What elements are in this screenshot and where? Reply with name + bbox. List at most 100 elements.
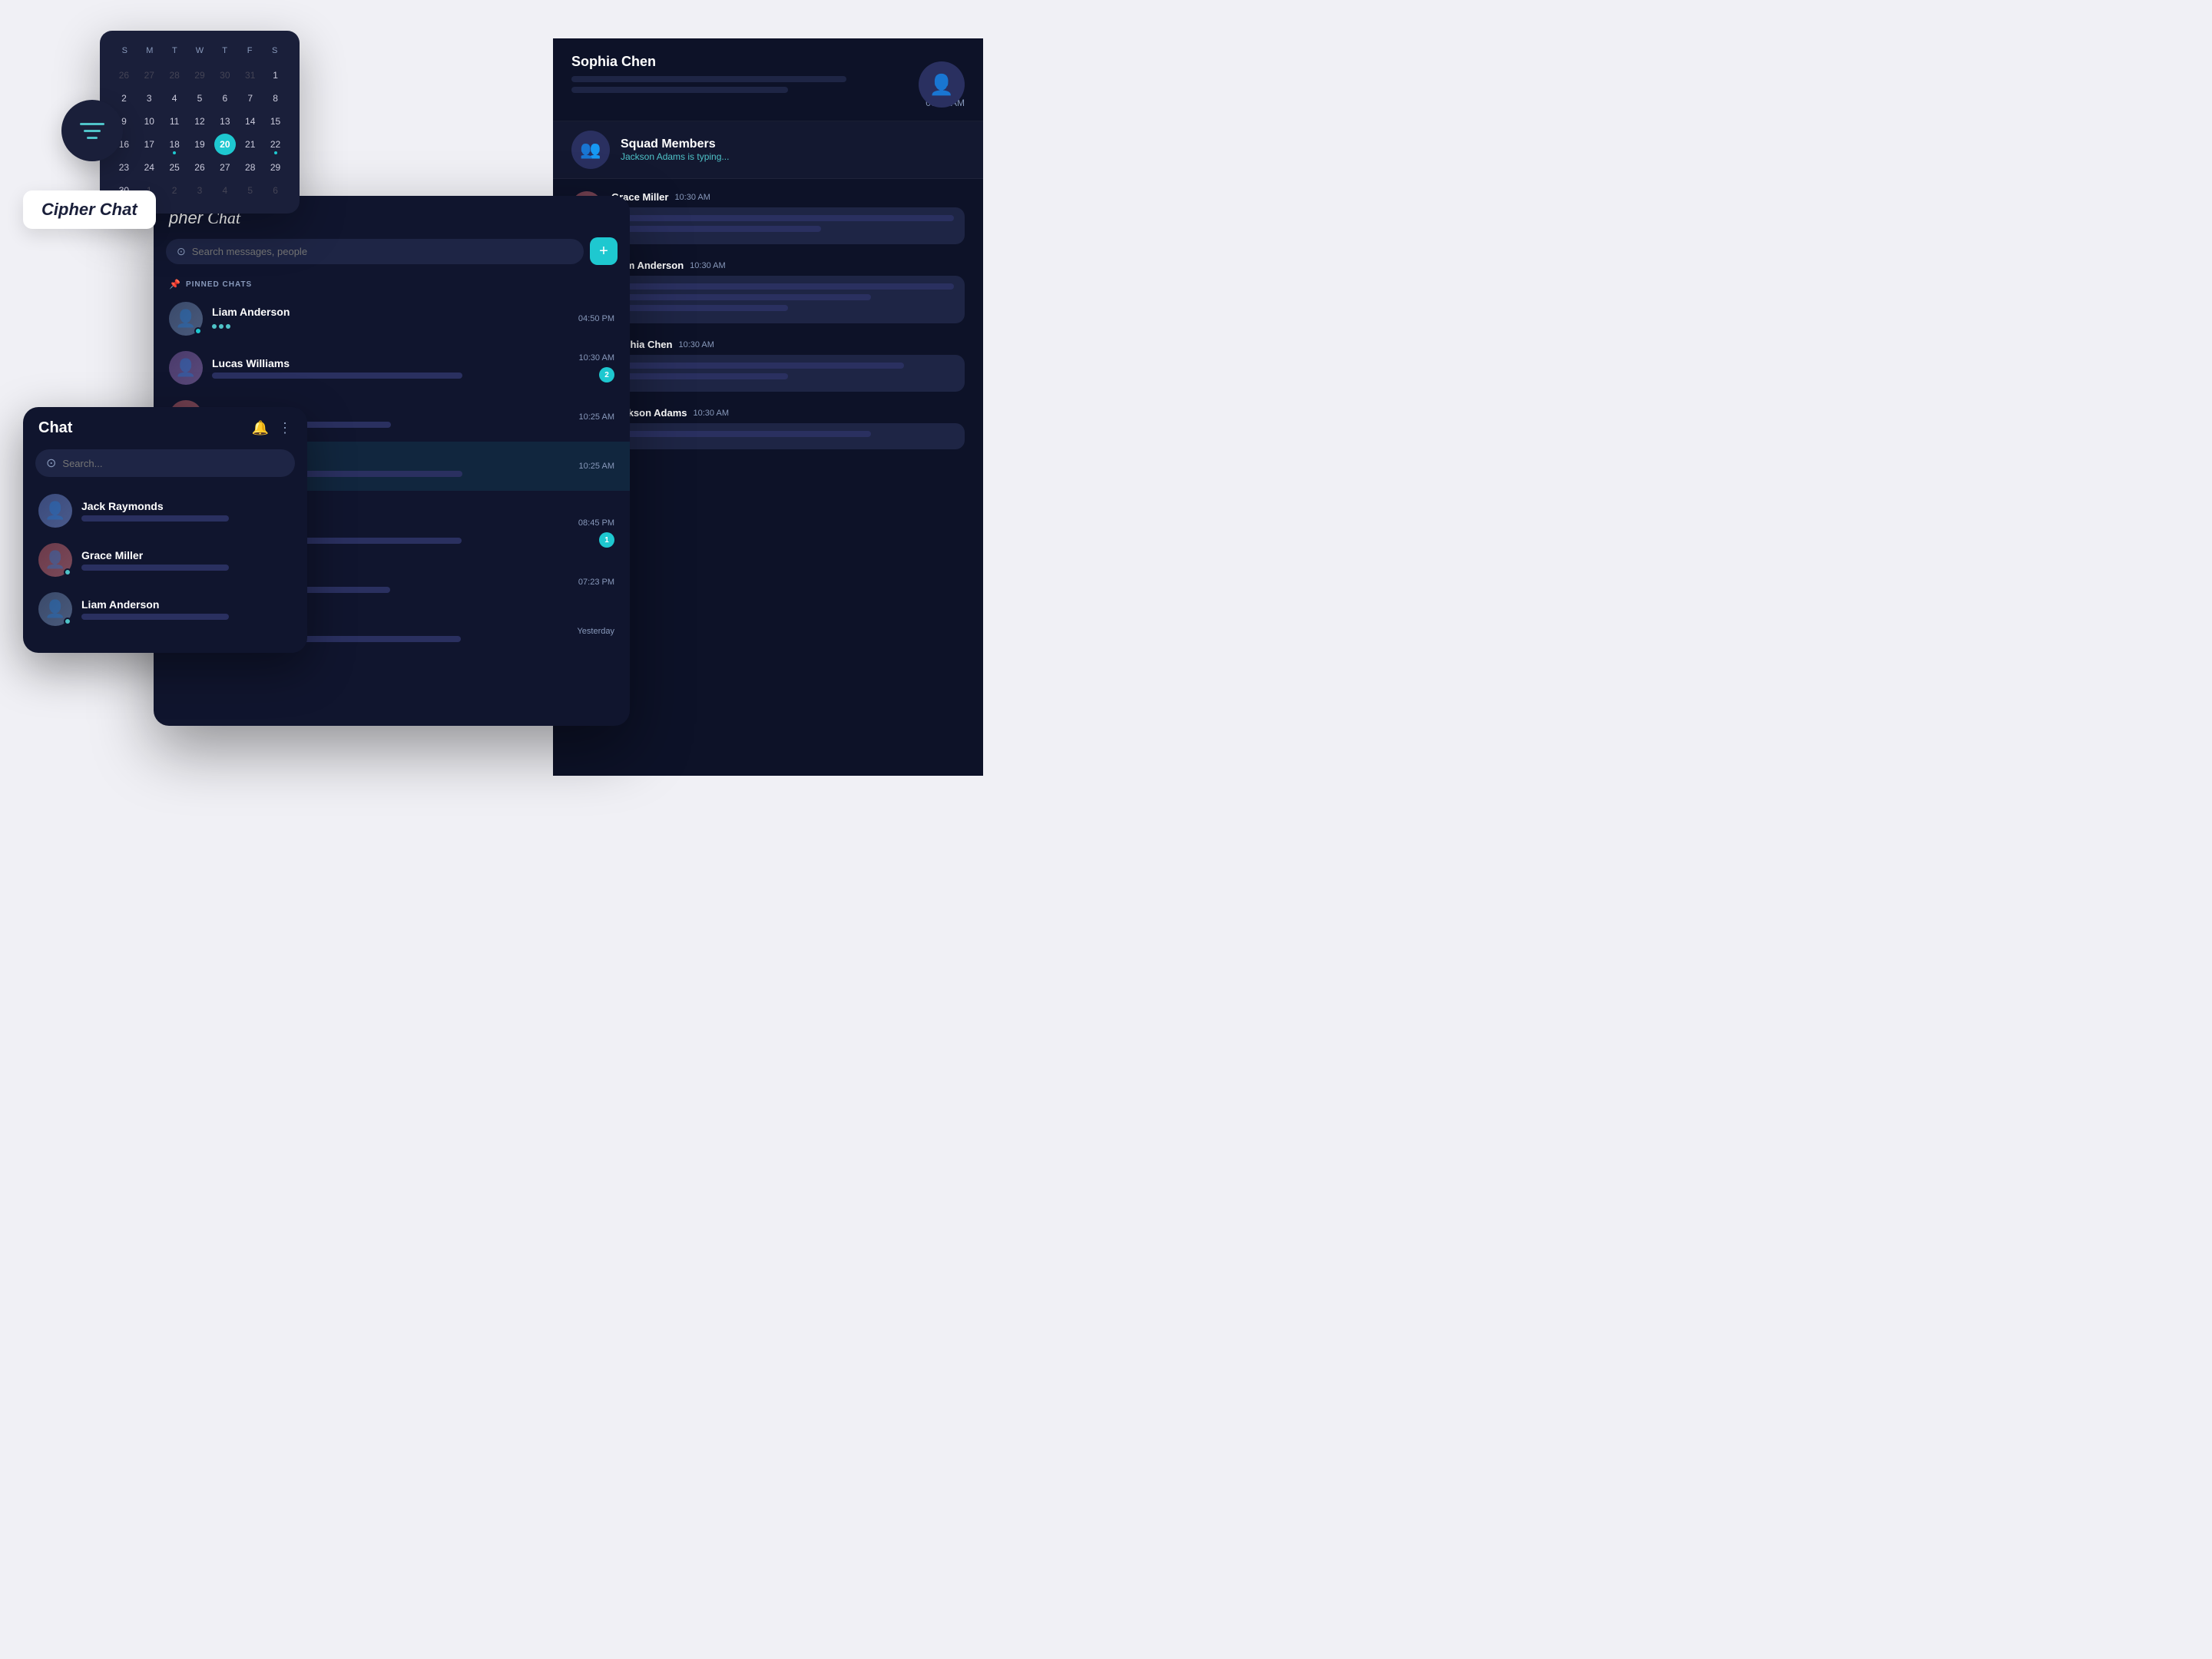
chat-item-liam[interactable]: 👤 Liam Anderson 04:50 PM <box>154 294 630 343</box>
small-chat-icons: 🔔 ⋮ <box>252 420 292 436</box>
cal-day[interactable]: 4 <box>214 180 236 201</box>
cal-day[interactable]: 28 <box>164 65 185 86</box>
cal-day[interactable]: 13 <box>214 111 236 132</box>
day-label-m: M <box>137 43 163 58</box>
cal-day[interactable]: 27 <box>138 65 160 86</box>
typing-status: Jackson Adams is typing... <box>621 151 729 162</box>
cal-day[interactable]: 3 <box>138 88 160 109</box>
message-row-sophia: 👤 Sophia Chen 10:30 AM <box>571 339 965 392</box>
day-label-s2: S <box>262 43 287 58</box>
day-label-s1: S <box>112 43 137 58</box>
chat-info-jack: Jack Raymonds <box>81 500 292 522</box>
cal-day[interactable]: 1 <box>265 65 286 86</box>
calendar-widget: S M T W T F S 26 27 28 29 30 31 1 2 3 4 … <box>100 31 300 214</box>
avatar-wrap-jack: 👤 <box>38 494 72 528</box>
pin-icon: 📌 <box>169 279 181 290</box>
chat-meta-olivia: Yesterday <box>577 627 614 636</box>
chat-time-olivia: Yesterday <box>577 627 614 636</box>
filter-line-1 <box>80 123 104 125</box>
group-name: Squad Members <box>621 137 729 151</box>
small-chat-widget: Chat 🔔 ⋮ ⊙ 👤 Jack Raymonds 👤 Grace <box>23 407 307 653</box>
cal-day[interactable]: 11 <box>164 111 185 132</box>
chat-meta-lucas: 10:30 AM 2 <box>579 353 614 382</box>
search-bar: ⊙ + <box>166 237 618 265</box>
cal-day[interactable]: 4 <box>164 88 185 109</box>
cal-day[interactable]: 29 <box>265 157 286 178</box>
chat-meta-squad: 10:25 AM <box>579 462 614 471</box>
msg-header-sophia: Sophia Chen 10:30 AM <box>611 339 965 350</box>
message-row-grace: 👤 Grace Miller 10:30 AM <box>571 191 965 244</box>
msg-content-sophia: Sophia Chen 10:30 AM <box>611 339 965 392</box>
add-button[interactable]: + <box>590 237 618 265</box>
chat-info-liam: Liam Anderson <box>212 306 569 332</box>
small-search-wrap[interactable]: ⊙ <box>35 449 295 477</box>
cal-day[interactable]: 25 <box>164 157 185 178</box>
cal-day[interactable]: 7 <box>240 88 261 109</box>
msg-bubble-liam <box>611 276 965 323</box>
chat-time-sophia: 07:23 PM <box>578 578 614 587</box>
msg-time-grace: 10:30 AM <box>674 193 710 202</box>
cal-day[interactable]: 31 <box>240 65 261 86</box>
cal-day[interactable]: 15 <box>265 111 286 132</box>
chat-time-benjamin: 08:45 PM <box>578 518 614 528</box>
cal-day[interactable]: 22 <box>265 134 286 155</box>
cal-day[interactable]: 10 <box>138 111 160 132</box>
chat-meta-liam: 04:50 PM <box>578 314 614 323</box>
cal-day[interactable]: 30 <box>214 65 236 86</box>
avatar-jack: 👤 <box>38 494 72 528</box>
day-label-t1: T <box>162 43 187 58</box>
msg-time-liam: 10:30 AM <box>690 261 725 270</box>
msg-bubble-grace <box>611 207 965 244</box>
cal-day[interactable]: 23 <box>113 157 134 178</box>
cal-day[interactable]: 8 <box>265 88 286 109</box>
cal-day[interactable]: 24 <box>138 157 160 178</box>
cal-day-today[interactable]: 20 <box>214 134 236 155</box>
unread-badge-benjamin: 1 <box>599 532 614 548</box>
cal-day[interactable]: 3 <box>189 180 210 201</box>
cal-day[interactable]: 5 <box>189 88 210 109</box>
cal-day[interactable]: 28 <box>240 157 261 178</box>
cal-day[interactable]: 26 <box>113 65 134 86</box>
msg-header-liam: Liam Anderson 10:30 AM <box>611 260 965 271</box>
day-label-w: W <box>187 43 213 58</box>
logo-text: Cipher Chat <box>41 200 137 219</box>
cal-day[interactable]: 19 <box>189 134 210 155</box>
small-chat-item-jack[interactable]: 👤 Jack Raymonds <box>23 486 307 535</box>
avatar-wrap-liam-small: 👤 <box>38 592 72 626</box>
logo-card: Cipher Chat <box>23 190 156 229</box>
chat-item-lucas[interactable]: 👤 Lucas Williams 10:30 AM 2 <box>154 343 630 392</box>
cal-day[interactable]: 29 <box>189 65 210 86</box>
filter-button[interactable] <box>61 100 123 161</box>
chat-time-squad: 10:25 AM <box>579 462 614 471</box>
cal-day[interactable]: 5 <box>240 180 261 201</box>
cal-day[interactable]: 17 <box>138 134 160 155</box>
cal-day[interactable]: 26 <box>189 157 210 178</box>
notification-icon[interactable]: 🔔 <box>252 420 269 436</box>
cal-day[interactable]: 21 <box>240 134 261 155</box>
cal-day[interactable]: 2 <box>113 88 134 109</box>
chat-name-lucas: Lucas Williams <box>212 357 570 369</box>
cal-day[interactable]: 12 <box>189 111 210 132</box>
more-options-icon[interactable]: ⋮ <box>278 420 292 436</box>
cal-day[interactable]: 2 <box>164 180 185 201</box>
chat-info-liam-small: Liam Anderson <box>81 598 292 620</box>
chat-name-liam-small: Liam Anderson <box>81 598 292 611</box>
small-chat-item-liam[interactable]: 👤 Liam Anderson <box>23 584 307 634</box>
cal-day[interactable]: 6 <box>265 180 286 201</box>
msg-content-jackson: Jackson Adams 10:30 AM <box>611 407 965 449</box>
search-icon: ⊙ <box>177 245 186 258</box>
chat-preview-grace-small <box>81 565 229 571</box>
small-chat-item-grace[interactable]: 👤 Grace Miller <box>23 535 307 584</box>
cal-day[interactable]: 6 <box>214 88 236 109</box>
cal-day[interactable]: 27 <box>214 157 236 178</box>
search-input-wrap[interactable]: ⊙ <box>166 239 584 264</box>
search-input[interactable] <box>192 246 573 257</box>
small-search-input[interactable] <box>62 458 284 469</box>
top-msg-time: 07:28 AM <box>571 98 965 108</box>
chat-info-lucas: Lucas Williams <box>212 357 570 379</box>
msg-content-grace: Grace Miller 10:30 AM <box>611 191 965 244</box>
msg-bubble-sophia <box>611 355 965 392</box>
cal-day[interactable]: 18 <box>164 134 185 155</box>
cal-day[interactable]: 14 <box>240 111 261 132</box>
message-row-jackson: 👤 Jackson Adams 10:30 AM <box>571 407 965 449</box>
